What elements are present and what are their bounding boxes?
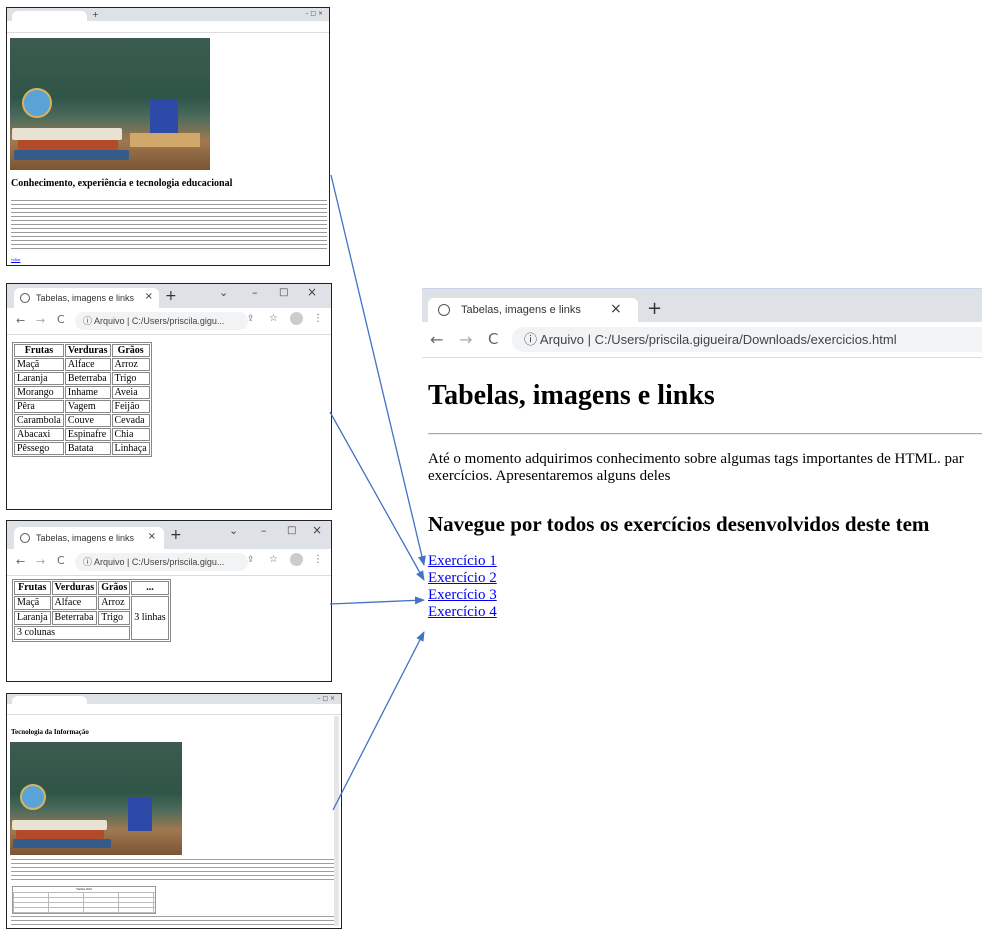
close-tab-icon[interactable]: × <box>610 301 622 317</box>
arrow-exercise-1 <box>330 174 426 566</box>
address-bar: ← → C ⓘ Arquivo | C:/Users/priscila.gigu… <box>422 322 982 358</box>
link-exercise-3[interactable]: Exercício 3 <box>428 587 497 603</box>
reload-icon[interactable]: C <box>488 330 498 348</box>
arrow-exercise-2 <box>329 411 425 581</box>
main-browser-window: Tabelas, imagens e links × + ← → C ⓘ Arq… <box>422 288 982 648</box>
intro-paragraph: Até o momento adquirimos conhecimento so… <box>428 451 964 484</box>
back-icon[interactable]: ← <box>430 330 443 349</box>
section-heading: Navegue por todos os exercícios desenvol… <box>428 512 930 536</box>
exercise-links: Exercício 1 Exercício 2 Exercício 3 Exer… <box>428 553 497 621</box>
link-exercise-2[interactable]: Exercício 2 <box>428 570 497 586</box>
globe-icon <box>438 304 450 316</box>
info-icon: ⓘ <box>524 332 540 347</box>
new-tab-icon[interactable]: + <box>647 298 662 319</box>
link-exercise-1[interactable]: Exercício 1 <box>428 553 497 569</box>
address-field[interactable]: ⓘ Arquivo | C:/Users/priscila.gigueira/D… <box>512 327 982 352</box>
arrow-exercise-3 <box>329 596 425 605</box>
tab-title: Tabelas, imagens e links <box>461 304 581 316</box>
page-title: Tabelas, imagens e links <box>428 380 715 411</box>
link-exercise-4[interactable]: Exercício 4 <box>428 604 497 620</box>
arrow-exercise-4 <box>332 631 425 811</box>
forward-icon[interactable]: → <box>459 330 472 349</box>
horizontal-rule <box>428 433 982 435</box>
browser-chrome: Tabelas, imagens e links × + ← → C ⓘ Arq… <box>422 288 982 358</box>
browser-tab[interactable]: Tabelas, imagens e links × <box>428 298 638 322</box>
